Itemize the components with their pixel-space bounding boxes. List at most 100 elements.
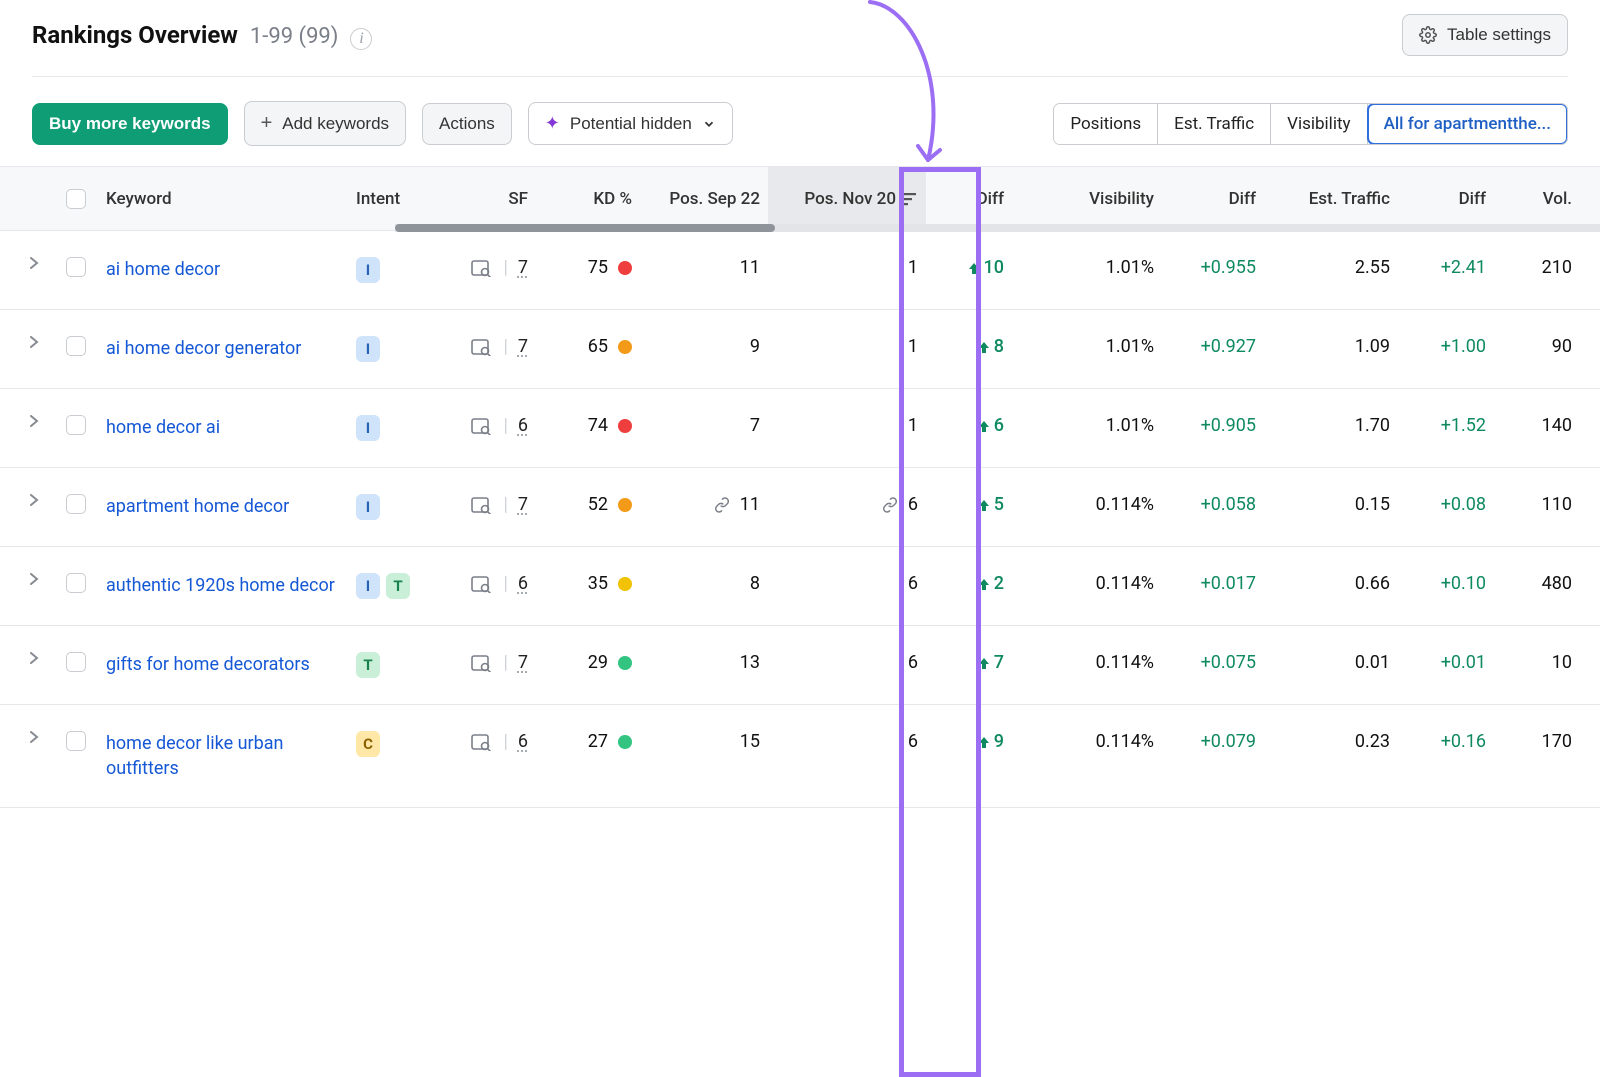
pos-prev-cell: 9 [640,336,768,357]
kd-value: 52 [588,494,608,515]
sf-count[interactable]: 7 [518,257,528,278]
row-checkbox-cell [54,494,98,514]
sf-cell: | 6 [436,415,536,436]
sf-count[interactable]: 7 [518,652,528,673]
diff-traffic-cell: +0.16 [1398,731,1494,752]
row-checkbox[interactable] [66,336,86,356]
row-checkbox[interactable] [66,652,86,672]
kd-value: 35 [588,573,608,594]
col-diff-pos[interactable]: Diff [926,167,1012,230]
pos-curr-cell: 6 [768,573,926,594]
buy-more-button[interactable]: Buy more keywords [32,103,228,145]
vol-cell: 90 [1494,336,1580,357]
col-intent[interactable]: Intent [348,167,436,230]
keyword-link[interactable]: authentic 1920s home decor [106,573,335,598]
pos-prev-cell: 11 [640,494,768,515]
table-row: ai home decor generator I | 7 65 9 1 8 1… [0,310,1600,389]
row-checkbox[interactable] [66,415,86,435]
table-settings-button[interactable]: Table settings [1402,14,1568,56]
diff-pos-cell: 10 [926,257,1012,278]
row-checkbox[interactable] [66,257,86,277]
diff-pos-value: 10 [984,257,1004,278]
keyword-link[interactable]: apartment home decor [106,494,289,519]
expand-row[interactable] [0,731,54,743]
col-kd[interactable]: KD % [536,167,640,230]
expand-row[interactable] [0,573,54,585]
row-checkbox[interactable] [66,573,86,593]
col-pos-prev[interactable]: Pos. Sep 22 [640,167,768,230]
kd-cell: 29 [536,652,640,673]
col-visibility[interactable]: Visibility [1012,167,1162,230]
kd-dot [618,340,632,354]
select-all-checkbox[interactable] [66,189,86,209]
add-keywords-button[interactable]: + Add keywords [244,101,406,146]
sf-count[interactable]: 7 [518,336,528,357]
plus-icon: + [261,112,273,135]
kd-cell: 52 [536,494,640,515]
serp-features-icon[interactable] [471,654,493,672]
table-row: home decor ai I | 6 74 7 1 6 1.01% +0.90… [0,389,1600,468]
sf-count[interactable]: 6 [518,573,528,594]
col-pos-curr-label: Pos. Nov 20 [804,189,896,209]
row-checkbox-cell [54,257,98,277]
actions-button[interactable]: Actions [422,103,512,145]
keyword-link[interactable]: ai home decor generator [106,336,301,361]
tab-visibility[interactable]: Visibility [1271,104,1367,144]
serp-features-icon[interactable] [471,259,493,277]
diff-traffic-cell: +0.10 [1398,573,1494,594]
row-checkbox[interactable] [66,494,86,514]
chevron-right-icon [29,415,39,427]
gear-icon [1419,26,1437,44]
pos-curr-cell: 6 [768,494,926,515]
pos-curr-cell: 1 [768,257,926,278]
table-row: gifts for home decorators T | 7 29 13 6 … [0,626,1600,705]
intent-badge-i: I [356,494,380,520]
diff-vis-cell: +0.955 [1162,257,1264,278]
sf-count[interactable]: 6 [518,731,528,752]
diff-pos-cell: 5 [926,494,1012,515]
expand-row[interactable] [0,652,54,664]
col-est-traffic[interactable]: Est. Traffic [1264,167,1398,230]
vol-cell: 10 [1494,652,1580,673]
tab-positions[interactable]: Positions [1054,104,1158,144]
col-diff-vis[interactable]: Diff [1162,167,1264,230]
expand-row[interactable] [0,415,54,427]
chevron-down-icon [702,117,716,131]
col-keyword[interactable]: Keyword [98,167,348,230]
expand-row[interactable] [0,494,54,506]
add-keywords-label: Add keywords [282,114,389,134]
diff-vis-cell: +0.927 [1162,336,1264,357]
sf-count[interactable]: 7 [518,494,528,515]
sf-count[interactable]: 6 [518,415,528,436]
row-checkbox-cell [54,652,98,672]
horizontal-scrollbar[interactable] [395,224,1600,232]
tab-all-for-domain[interactable]: All for apartmentthe... [1368,104,1567,144]
info-icon[interactable]: i [350,28,372,50]
scrollbar-thumb[interactable] [395,224,775,232]
table-row: home decor like urban outfitters C | 6 2… [0,705,1600,808]
serp-features-icon[interactable] [471,338,493,356]
tab-est-traffic[interactable]: Est. Traffic [1158,104,1271,144]
serp-features-icon[interactable] [471,417,493,435]
keyword-link[interactable]: gifts for home decorators [106,652,310,677]
col-vol[interactable]: Vol. [1494,167,1580,230]
diff-traffic-cell: +2.41 [1398,257,1494,278]
expand-row[interactable] [0,336,54,348]
keyword-link[interactable]: home decor like urban outfitters [106,731,340,781]
serp-features-icon[interactable] [471,733,493,751]
expand-row[interactable] [0,257,54,269]
serp-features-icon[interactable] [471,575,493,593]
row-checkbox[interactable] [66,731,86,751]
pos-prev-cell: 11 [640,257,768,278]
col-pos-curr[interactable]: Pos. Nov 20 [768,167,926,230]
potential-hidden-dropdown[interactable]: ✦ Potential hidden [528,102,733,145]
keyword-link[interactable]: ai home decor [106,257,220,282]
pos-curr-cell: 1 [768,336,926,357]
col-diff-traffic[interactable]: Diff [1398,167,1494,230]
diff-pos-value: 7 [994,652,1004,673]
col-sf[interactable]: SF [436,167,536,230]
keyword-link[interactable]: home decor ai [106,415,220,440]
serp-features-icon[interactable] [471,496,493,514]
table-header: Keyword Intent SF KD % Pos. Sep 22 Pos. … [0,167,1600,231]
diff-pos-cell: 7 [926,652,1012,673]
